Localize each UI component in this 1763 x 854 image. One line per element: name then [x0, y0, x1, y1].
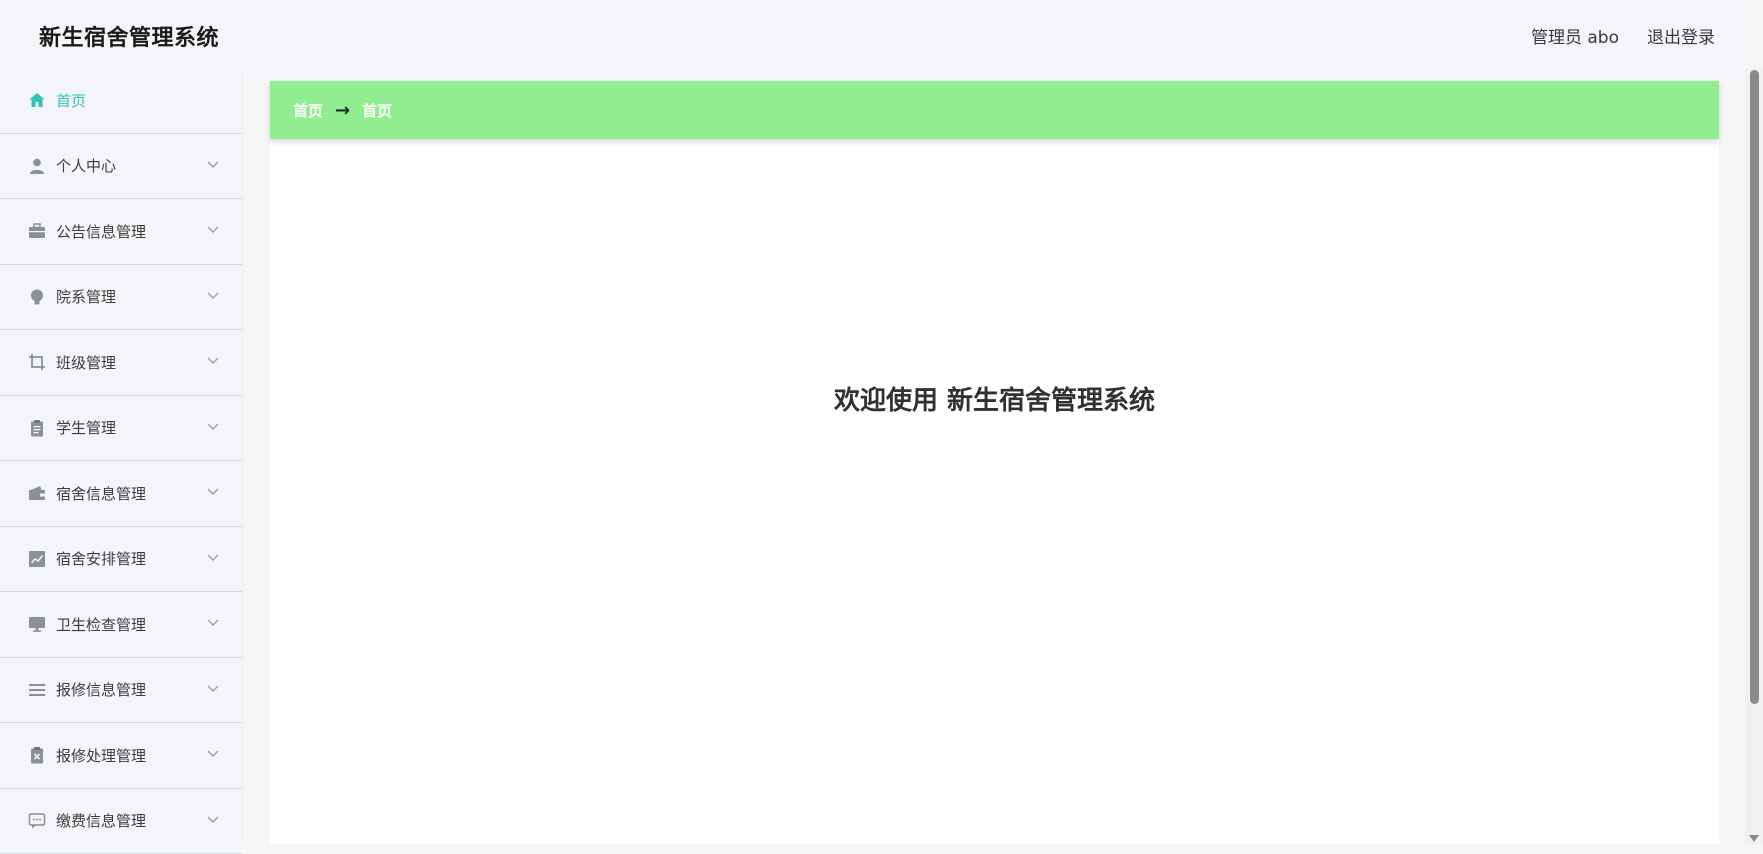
chevron-down-icon: [206, 157, 220, 171]
scrollbar-thumb[interactable]: [1750, 70, 1759, 704]
sidebar-item-notice[interactable]: 公告信息管理: [0, 199, 242, 265]
app-title: 新生宿舍管理系统: [39, 20, 219, 52]
breadcrumb-home-link[interactable]: 首页: [293, 100, 323, 121]
sidebar-item-dorm-arrange[interactable]: 宿舍安排管理: [0, 527, 242, 593]
arrow-right-icon: →: [335, 100, 350, 121]
sidebar-item-label: 报修处理管理: [56, 745, 146, 766]
chevron-down-icon: [206, 681, 220, 695]
top-header: 新生宿舍管理系统 管理员 abo 退出登录: [0, 0, 1745, 70]
sidebar-item-repair-handle[interactable]: 报修处理管理: [0, 723, 242, 789]
sidebar-item-label: 卫生检查管理: [56, 614, 146, 635]
sidebar-item-department[interactable]: 院系管理: [0, 265, 242, 331]
sidebar-item-label: 个人中心: [56, 155, 116, 176]
chevron-down-icon: [206, 484, 220, 498]
sidebar-item-class[interactable]: 班级管理: [0, 330, 242, 396]
sidebar-item-label: 宿舍安排管理: [56, 548, 146, 569]
sidebar-item-label: 缴费信息管理: [56, 810, 146, 831]
chevron-down-icon: [206, 353, 220, 367]
chevron-down-icon: [206, 550, 220, 564]
list-icon: [28, 681, 46, 699]
sidebar-item-label: 学生管理: [56, 417, 116, 438]
breadcrumb-current: 首页: [362, 100, 392, 121]
sidebar-item-fee[interactable]: 缴费信息管理: [0, 789, 242, 854]
crop-icon: [28, 353, 46, 371]
sidebar-item-home[interactable]: 首页: [0, 68, 242, 134]
header-user-area: 管理员 abo 退出登录: [1531, 23, 1715, 48]
wallet-icon: [28, 484, 46, 502]
chevron-down-icon: [206, 222, 220, 236]
monitor-icon: [28, 615, 46, 633]
breadcrumb: 首页 → 首页: [270, 81, 1719, 139]
admin-user-label[interactable]: 管理员 abo: [1531, 23, 1619, 48]
lightbulb-icon: [28, 288, 46, 306]
sidebar-item-label: 宿舍信息管理: [56, 483, 146, 504]
scroll-down-arrow-icon[interactable]: [1749, 835, 1759, 842]
sidebar-item-label: 班级管理: [56, 352, 116, 373]
clipboard-x-icon: [28, 746, 46, 764]
sidebar-item-hygiene[interactable]: 卫生检查管理: [0, 592, 242, 658]
sidebar-item-student[interactable]: 学生管理: [0, 396, 242, 462]
clipboard-icon: [28, 419, 46, 437]
sidebar-item-repair-info[interactable]: 报修信息管理: [0, 658, 242, 724]
sidebar-menu: 首页 个人中心 公告信息管理 院系管理 班级管理 学生管理: [0, 68, 243, 844]
chevron-down-icon: [206, 419, 220, 433]
user-icon: [28, 157, 46, 175]
page-scrollbar[interactable]: [1745, 68, 1763, 844]
home-icon: [28, 91, 46, 109]
briefcase-icon: [28, 222, 46, 240]
main-content-panel: [270, 81, 1719, 844]
sidebar-item-dorm-info[interactable]: 宿舍信息管理: [0, 461, 242, 527]
message-icon: [28, 812, 46, 830]
chevron-down-icon: [206, 288, 220, 302]
logout-button[interactable]: 退出登录: [1647, 23, 1715, 48]
sidebar-item-profile[interactable]: 个人中心: [0, 134, 242, 200]
chevron-down-icon: [206, 812, 220, 826]
welcome-heading: 欢迎使用 新生宿舍管理系统: [270, 380, 1719, 417]
chevron-down-icon: [206, 615, 220, 629]
sidebar-item-label: 院系管理: [56, 286, 116, 307]
sidebar-item-label: 首页: [56, 90, 86, 111]
chart-icon: [28, 550, 46, 568]
sidebar-item-label: 公告信息管理: [56, 221, 146, 242]
chevron-down-icon: [206, 746, 220, 760]
sidebar-item-label: 报修信息管理: [56, 679, 146, 700]
